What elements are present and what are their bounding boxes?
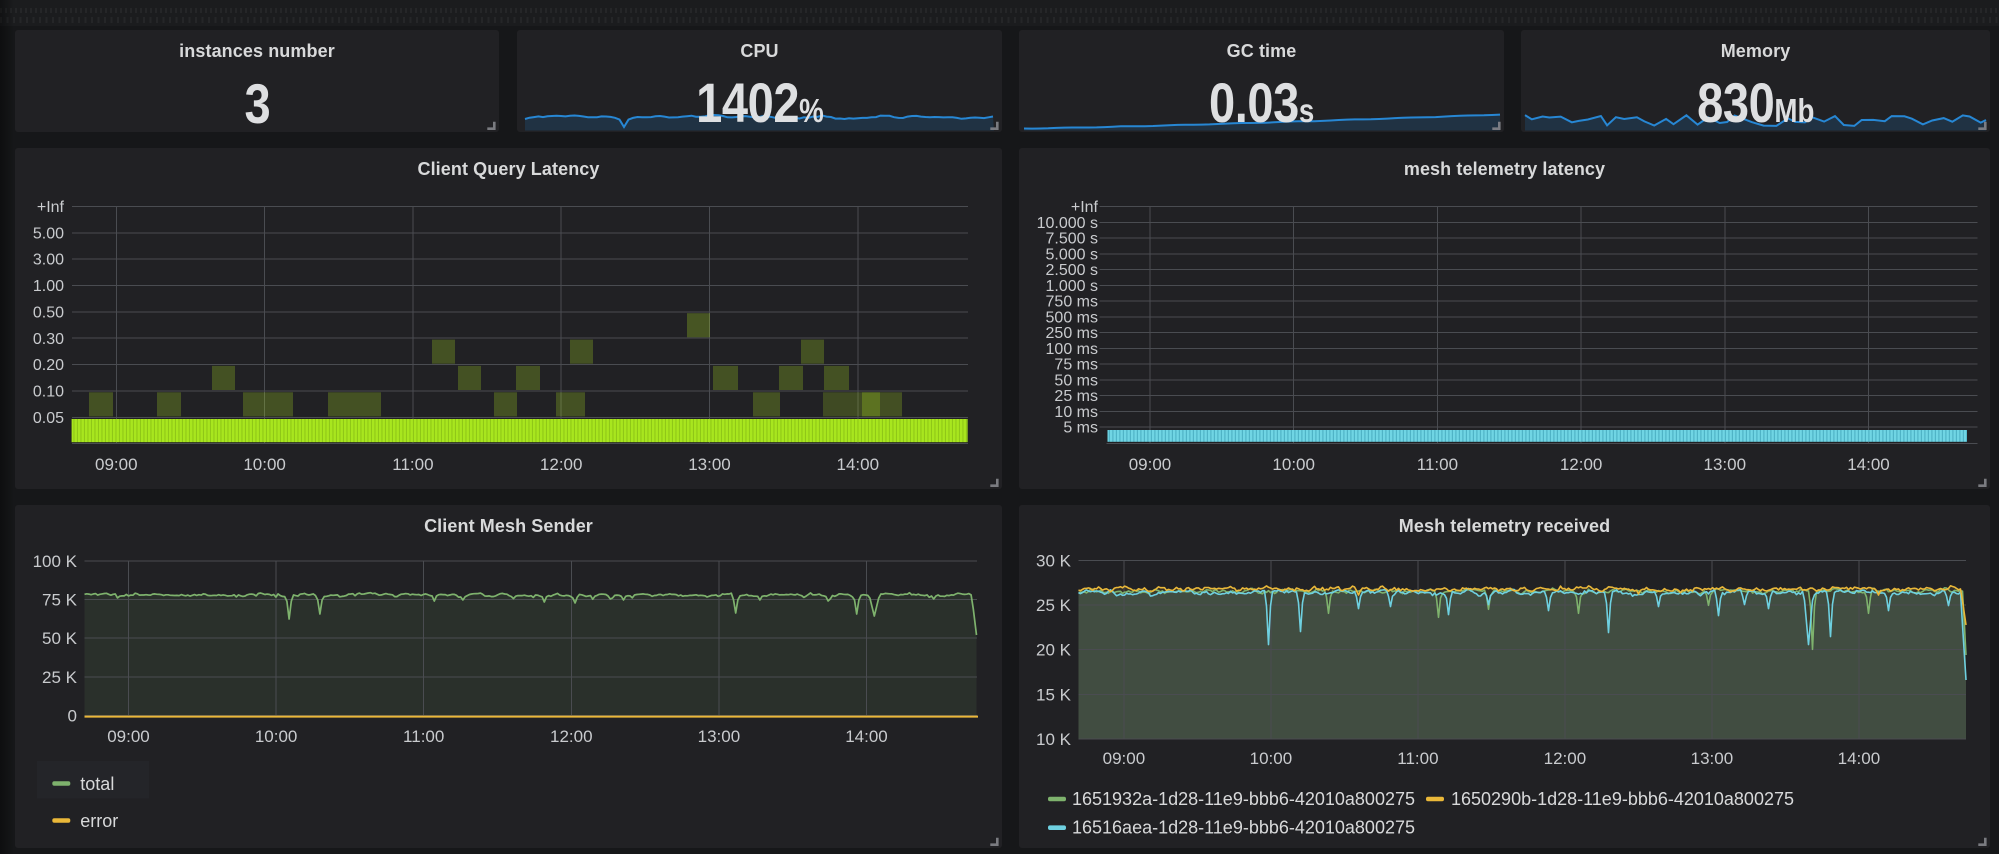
svg-text:100 ms: 100 ms [1046, 341, 1098, 358]
svg-text:0.50: 0.50 [33, 304, 64, 321]
svg-text:10.000 s: 10.000 s [1037, 215, 1098, 232]
svg-text:1651932a-1d28-11e9-bbb6-42010a: 1651932a-1d28-11e9-bbb6-42010a800275 [1072, 789, 1415, 809]
svg-text:0.20: 0.20 [33, 357, 64, 374]
svg-text:11:00: 11:00 [1417, 455, 1458, 474]
svg-text:25 K: 25 K [1036, 596, 1072, 615]
svg-text:total: total [80, 774, 114, 794]
svg-text:09:00: 09:00 [107, 727, 150, 746]
svg-text:11:00: 11:00 [403, 727, 444, 746]
svg-text:0.10: 0.10 [33, 384, 64, 401]
svg-text:750 ms: 750 ms [1046, 294, 1098, 311]
svg-text:1.00: 1.00 [33, 278, 64, 295]
svg-text:+Inf: +Inf [1071, 199, 1099, 216]
svg-text:1.000 s: 1.000 s [1046, 278, 1098, 295]
svg-text:09:00: 09:00 [1103, 749, 1146, 768]
svg-text:12:00: 12:00 [1560, 455, 1603, 474]
svg-text:20 K: 20 K [1036, 641, 1072, 660]
svg-text:13:00: 13:00 [1704, 455, 1747, 474]
svg-text:12:00: 12:00 [1544, 749, 1587, 768]
svg-text:10 ms: 10 ms [1054, 404, 1098, 421]
svg-text:250 ms: 250 ms [1046, 325, 1098, 342]
svg-text:10:00: 10:00 [243, 455, 286, 474]
svg-text:1650290b-1d28-11e9-bbb6-42010a: 1650290b-1d28-11e9-bbb6-42010a800275 [1451, 789, 1794, 809]
svg-text:10:00: 10:00 [1272, 455, 1315, 474]
svg-text:100 K: 100 K [33, 552, 78, 571]
svg-text:25 K: 25 K [42, 668, 78, 687]
svg-text:5.00: 5.00 [33, 225, 64, 242]
svg-text:14:00: 14:00 [845, 727, 888, 746]
svg-text:50 K: 50 K [42, 629, 78, 648]
svg-text:12:00: 12:00 [540, 455, 583, 474]
svg-text:0.05: 0.05 [33, 410, 64, 427]
svg-text:13:00: 13:00 [698, 727, 741, 746]
svg-text:12:00: 12:00 [550, 727, 593, 746]
svg-text:10 K: 10 K [1036, 730, 1072, 749]
svg-text:error: error [80, 811, 118, 831]
svg-text:0: 0 [68, 706, 77, 725]
svg-text:+Inf: +Inf [37, 199, 65, 216]
svg-text:5.000 s: 5.000 s [1046, 246, 1098, 263]
svg-text:10:00: 10:00 [255, 727, 298, 746]
svg-text:2.500 s: 2.500 s [1046, 262, 1098, 279]
svg-text:14:00: 14:00 [1847, 455, 1890, 474]
svg-text:25 ms: 25 ms [1054, 388, 1098, 405]
svg-text:11:00: 11:00 [1397, 749, 1438, 768]
svg-text:30 K: 30 K [1036, 552, 1072, 571]
svg-text:14:00: 14:00 [1838, 749, 1881, 768]
svg-text:09:00: 09:00 [1129, 455, 1172, 474]
svg-text:09:00: 09:00 [95, 455, 138, 474]
svg-text:5 ms: 5 ms [1063, 420, 1098, 437]
svg-text:15 K: 15 K [1036, 685, 1072, 704]
svg-text:3.00: 3.00 [33, 252, 64, 269]
svg-text:500 ms: 500 ms [1046, 309, 1098, 326]
svg-text:13:00: 13:00 [688, 455, 731, 474]
svg-text:50 ms: 50 ms [1054, 372, 1098, 389]
svg-text:13:00: 13:00 [1691, 749, 1734, 768]
svg-text:7.500 s: 7.500 s [1046, 231, 1098, 248]
svg-text:11:00: 11:00 [392, 455, 433, 474]
svg-text:75 ms: 75 ms [1054, 357, 1098, 374]
svg-text:0.30: 0.30 [33, 331, 64, 348]
svg-text:16516aea-1d28-11e9-bbb6-42010a: 16516aea-1d28-11e9-bbb6-42010a800275 [1072, 818, 1415, 838]
svg-text:14:00: 14:00 [837, 455, 880, 474]
svg-text:75 K: 75 K [42, 591, 78, 610]
svg-text:10:00: 10:00 [1250, 749, 1293, 768]
